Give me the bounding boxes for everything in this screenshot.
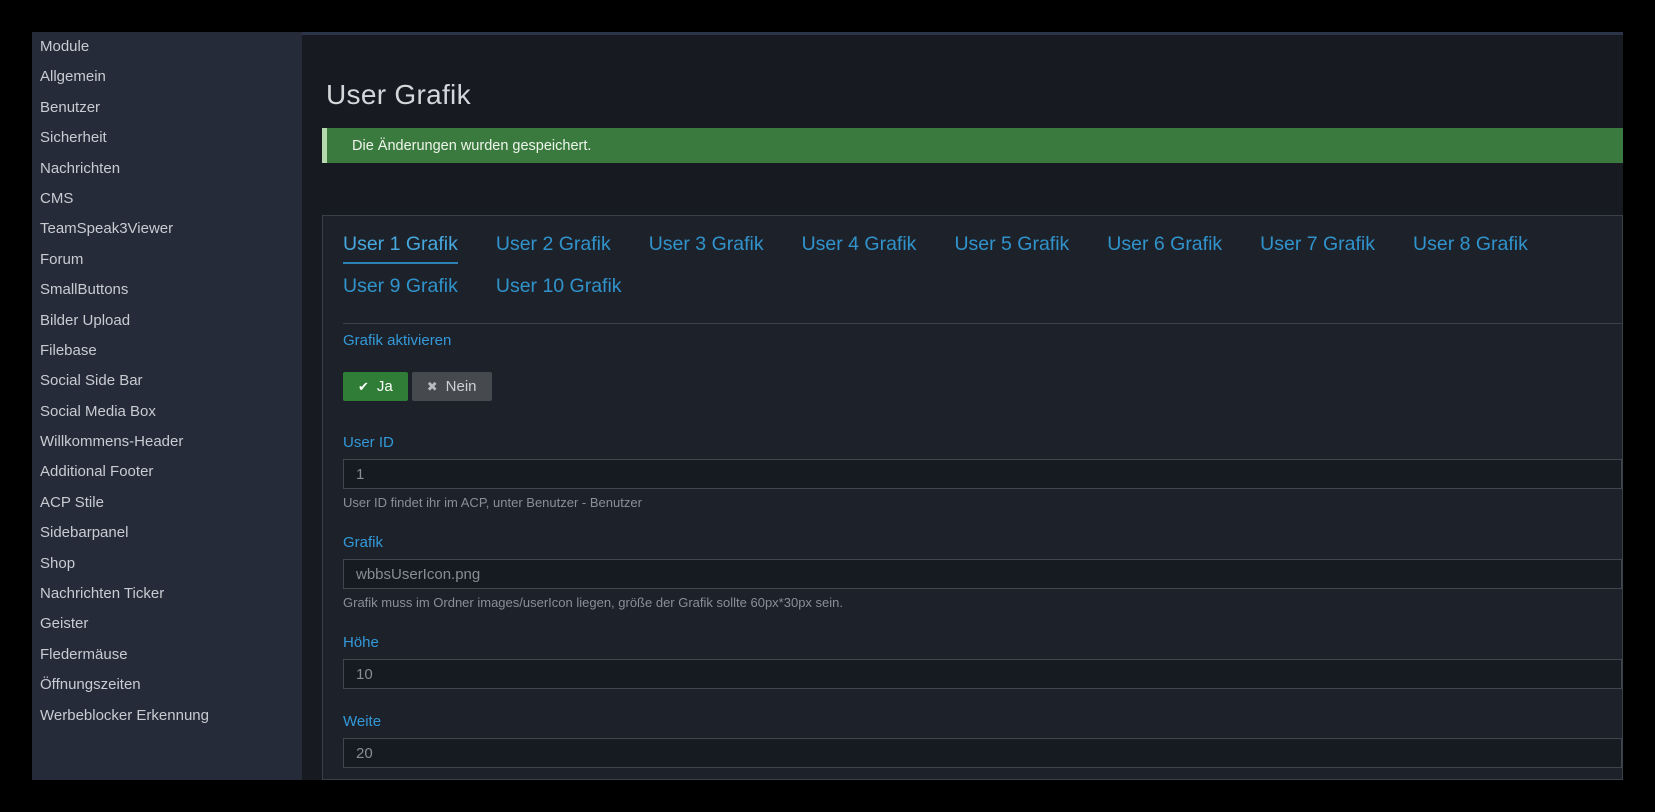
sidebar-item[interactable]: Module xyxy=(32,32,302,62)
user-id-group: User ID User ID findet ihr im ACP, unter… xyxy=(343,434,1622,510)
sidebar-item[interactable]: Additional Footer xyxy=(32,457,302,487)
weite-input[interactable] xyxy=(343,738,1622,768)
sidebar-item[interactable]: Social Media Box xyxy=(32,397,302,427)
sidebar-item[interactable]: Benutzer xyxy=(32,93,302,123)
ja-button-label: Ja xyxy=(377,378,393,395)
tab-item[interactable]: User 6 Grafik xyxy=(1107,231,1222,264)
tab-item[interactable]: User 10 Grafik xyxy=(496,273,622,306)
tab-item[interactable]: User 8 Grafik xyxy=(1413,231,1528,264)
sidebar-item[interactable]: Allgemein xyxy=(32,62,302,92)
ja-button[interactable]: ✔ Ja xyxy=(343,372,408,401)
settings-panel: User 1 Grafik User 2 Grafik User 3 Grafi… xyxy=(322,215,1623,780)
sidebar-item[interactable]: TeamSpeak3Viewer xyxy=(32,214,302,244)
sidebar-item[interactable]: CMS xyxy=(32,184,302,214)
grafik-input[interactable] xyxy=(343,559,1622,589)
sidebar-item[interactable]: Shop xyxy=(32,549,302,579)
tab-item[interactable]: User 5 Grafik xyxy=(954,231,1069,264)
sidebar: Module Allgemein Benutzer Sicherheit Nac… xyxy=(32,32,302,780)
tab-item[interactable]: User 2 Grafik xyxy=(496,231,611,264)
user-id-label: User ID xyxy=(343,434,1622,452)
grafik-group: Grafik Grafik muss im Ordner images/user… xyxy=(343,534,1622,610)
sidebar-item[interactable]: Sidebarpanel xyxy=(32,518,302,548)
user-id-help: User ID findet ihr im ACP, unter Benutze… xyxy=(343,495,1622,510)
sidebar-item[interactable]: Social Side Bar xyxy=(32,366,302,396)
sidebar-item[interactable]: Bilder Upload xyxy=(32,306,302,336)
sidebar-item[interactable]: Sicherheit xyxy=(32,123,302,153)
check-icon: ✔ xyxy=(358,380,369,393)
grafik-help: Grafik muss im Ordner images/userIcon li… xyxy=(343,595,1622,610)
grafik-label: Grafik xyxy=(343,534,1622,552)
weite-group: Weite xyxy=(343,713,1622,768)
hoehe-input[interactable] xyxy=(343,659,1622,689)
sidebar-item[interactable]: Willkommens-Header xyxy=(32,427,302,457)
tab-menu: User 1 Grafik User 2 Grafik User 3 Grafi… xyxy=(343,231,1622,324)
nein-button[interactable]: ✖ Nein xyxy=(412,372,492,401)
grafik-aktivieren-label: Grafik aktivieren xyxy=(343,332,1622,350)
page-title: User Grafik xyxy=(326,78,1623,112)
nein-button-label: Nein xyxy=(446,378,477,395)
sidebar-item[interactable]: ACP Stile xyxy=(32,488,302,518)
success-message-text: Die Änderungen wurden gespeichert. xyxy=(352,138,591,154)
hoehe-group: Höhe xyxy=(343,634,1622,689)
user-id-input[interactable] xyxy=(343,459,1622,489)
toggle-button-row: ✔ Ja ✖ Nein xyxy=(343,372,1622,401)
hoehe-label: Höhe xyxy=(343,634,1622,652)
screen: Module Allgemein Benutzer Sicherheit Nac… xyxy=(0,0,1655,812)
tab-item[interactable]: User 7 Grafik xyxy=(1260,231,1375,264)
sidebar-item[interactable]: Nachrichten xyxy=(32,154,302,184)
tab-item[interactable]: User 1 Grafik xyxy=(343,231,458,264)
sidebar-item[interactable]: Werbeblocker Erkennung xyxy=(32,701,302,731)
tab-item[interactable]: User 4 Grafik xyxy=(802,231,917,264)
sidebar-item[interactable]: Nachrichten Ticker xyxy=(32,579,302,609)
grafik-aktivieren-group: Grafik aktivieren ✔ Ja ✖ Nein xyxy=(343,332,1622,401)
x-icon: ✖ xyxy=(427,380,438,393)
sidebar-item[interactable]: Öffnungszeiten xyxy=(32,670,302,700)
sidebar-item[interactable]: Filebase xyxy=(32,336,302,366)
sidebar-item[interactable]: Geister xyxy=(32,609,302,639)
main-content: User Grafik Die Änderungen wurden gespei… xyxy=(302,32,1623,780)
tab-item[interactable]: User 9 Grafik xyxy=(343,273,458,306)
sidebar-item[interactable]: SmallButtons xyxy=(32,275,302,305)
tab-item[interactable]: User 3 Grafik xyxy=(649,231,764,264)
success-message: Die Änderungen wurden gespeichert. xyxy=(322,128,1623,163)
weite-label: Weite xyxy=(343,713,1622,731)
sidebar-item[interactable]: Forum xyxy=(32,245,302,275)
sidebar-item[interactable]: Fledermäuse xyxy=(32,640,302,670)
